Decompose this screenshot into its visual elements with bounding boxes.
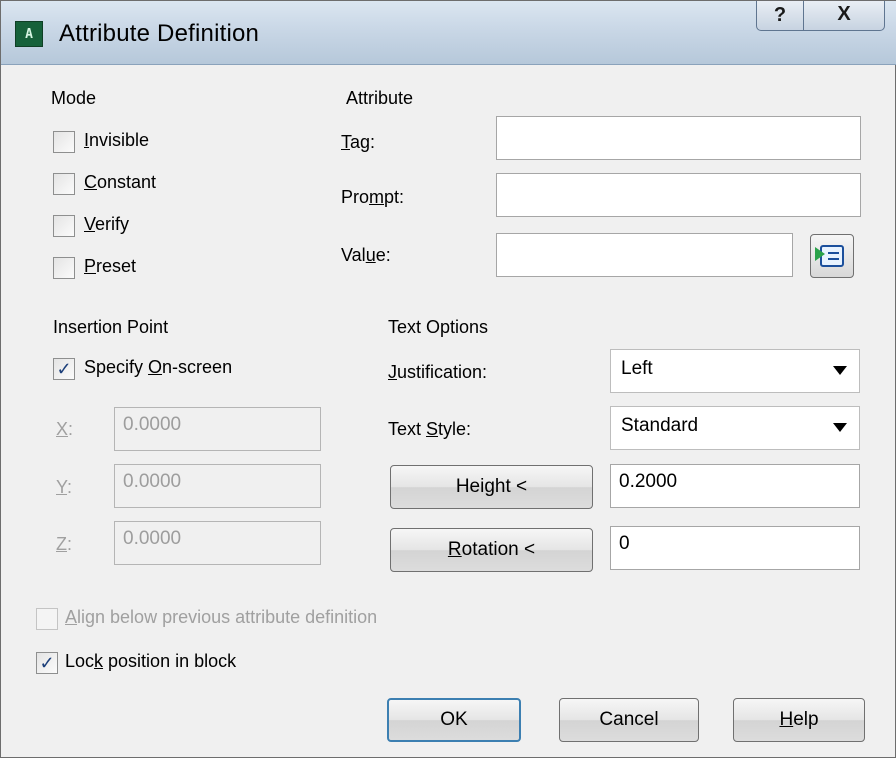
text-options-heading: Text Options xyxy=(388,317,489,337)
value-label: Value: xyxy=(341,245,391,265)
text-style-label: Text Style: xyxy=(388,419,472,439)
x-coordinate-input[interactable]: 0.0000 xyxy=(114,407,321,451)
tag-input[interactable] xyxy=(496,116,861,160)
justification-select[interactable]: Left xyxy=(610,349,860,393)
invisible-label[interactable]: Invisible xyxy=(84,130,149,151)
tag-label: Tag: xyxy=(341,132,376,152)
height-pick-button[interactable]: Height < xyxy=(390,465,593,509)
y-coordinate-input[interactable]: 0.0000 xyxy=(114,464,321,508)
prompt-input[interactable] xyxy=(496,173,861,217)
value-input[interactable] xyxy=(496,233,793,277)
x-label: X: xyxy=(56,419,74,439)
z-label: Z: xyxy=(56,534,73,554)
y-label: Y: xyxy=(56,477,73,497)
height-input[interactable]: 0.2000 xyxy=(610,464,860,508)
chevron-down-icon xyxy=(833,423,847,432)
align-below-checkbox[interactable] xyxy=(36,608,58,630)
prompt-label: Prompt: xyxy=(341,187,405,207)
mode-heading: Mode xyxy=(51,88,97,108)
text-style-select[interactable]: Standard xyxy=(610,406,860,450)
title-help-button[interactable]: ? xyxy=(756,1,804,31)
verify-label[interactable]: Verify xyxy=(84,214,129,235)
attribute-definition-icon: A xyxy=(15,21,43,47)
insert-arrow-icon xyxy=(815,247,825,261)
close-button[interactable]: X xyxy=(803,1,885,31)
constant-checkbox[interactable] xyxy=(53,173,75,195)
attribute-heading: Attribute xyxy=(346,88,414,108)
align-below-label[interactable]: Align below previous attribute definitio… xyxy=(65,607,377,628)
chevron-down-icon xyxy=(833,366,847,375)
specify-on-screen-checkbox[interactable]: ✓ xyxy=(53,358,75,380)
invisible-checkbox[interactable] xyxy=(53,131,75,153)
lock-position-label[interactable]: Lock position in block xyxy=(65,651,236,672)
verify-checkbox[interactable] xyxy=(53,215,75,237)
help-button[interactable]: Help xyxy=(733,698,865,742)
insert-field-button[interactable] xyxy=(810,234,854,278)
specify-on-screen-label[interactable]: Specify On-screen xyxy=(84,357,232,378)
rotation-input[interactable]: 0 xyxy=(610,526,860,570)
constant-label[interactable]: Constant xyxy=(84,172,156,193)
attribute-definition-dialog: A Attribute Definition ? X Mode Invisibl… xyxy=(0,0,896,758)
justification-label: Justification: xyxy=(388,362,488,382)
title-bar[interactable]: A Attribute Definition ? X xyxy=(1,1,896,65)
preset-checkbox[interactable] xyxy=(53,257,75,279)
rotation-pick-button[interactable]: Rotation < xyxy=(390,528,593,572)
preset-label[interactable]: Preset xyxy=(84,256,136,277)
z-coordinate-input[interactable]: 0.0000 xyxy=(114,521,321,565)
text-style-value: Standard xyxy=(621,415,699,436)
lock-position-checkbox[interactable]: ✓ xyxy=(36,652,58,674)
ok-button[interactable]: OK xyxy=(387,698,521,742)
cancel-button[interactable]: Cancel xyxy=(559,698,699,742)
insertion-point-heading: Insertion Point xyxy=(53,317,169,337)
dialog-title: Attribute Definition xyxy=(59,20,260,47)
justification-value: Left xyxy=(621,358,653,379)
